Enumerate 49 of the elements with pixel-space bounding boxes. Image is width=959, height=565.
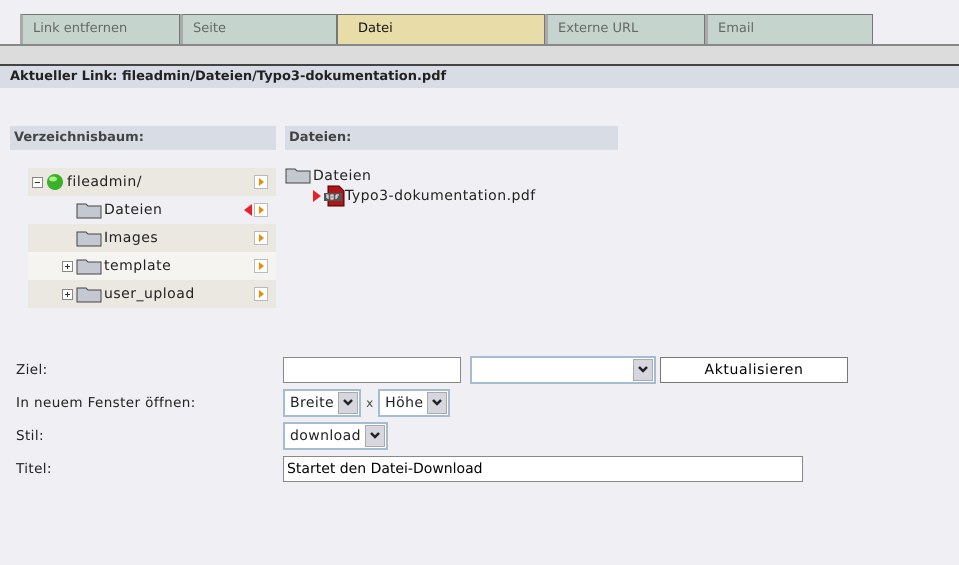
caret-icon: [342, 398, 354, 408]
tree-row[interactable]: Images: [28, 224, 276, 252]
dropdown[interactable]: Höhe: [378, 389, 450, 417]
tab[interactable]: Datei: [337, 14, 545, 44]
field-label: Stil:: [16, 428, 45, 444]
tree-row[interactable]: user_upload: [28, 280, 276, 308]
text-field[interactable]: [283, 357, 461, 383]
tree-item[interactable]: Images: [104, 230, 158, 246]
dropdown[interactable]: download: [283, 422, 388, 450]
expand-icon[interactable]: [62, 260, 73, 272]
pdf-icon: [323, 185, 345, 207]
folder-icon: [285, 166, 311, 184]
tab[interactable]: Link entfernen: [20, 14, 180, 44]
tree-heading: Verzeichnisbaum:: [10, 126, 276, 150]
play-icon[interactable]: [254, 287, 268, 301]
folder-icon: [76, 229, 102, 247]
play-icon[interactable]: [254, 259, 268, 273]
title-field[interactable]: Startet den Datei-Download: [283, 456, 803, 482]
folder-name: Dateien: [313, 168, 372, 184]
field-label: Ziel:: [16, 362, 49, 378]
play-icon[interactable]: [254, 203, 268, 217]
caret-icon: [637, 365, 649, 375]
caret-icon: [368, 431, 381, 441]
play-icon[interactable]: [254, 231, 268, 245]
times-sign: x: [366, 396, 374, 410]
tree-item[interactable]: fileadmin/: [67, 174, 142, 190]
dropdown[interactable]: [470, 356, 656, 384]
tab[interactable]: Seite: [180, 14, 337, 44]
caret-icon: [431, 398, 444, 408]
file-link[interactable]: Typo3-dokumentation.pdf: [345, 188, 536, 204]
field-label: In neuem Fenster öffnen:: [16, 395, 197, 411]
expand-icon[interactable]: [62, 288, 73, 300]
update-button[interactable]: Aktualisieren: [660, 357, 848, 383]
folder-icon: [76, 285, 102, 303]
play-icon[interactable]: [254, 175, 268, 189]
files-heading: Dateien:: [285, 126, 618, 150]
tree-row[interactable]: template: [28, 252, 276, 280]
folder-icon: [76, 257, 102, 275]
globe-icon: [46, 173, 64, 191]
tab[interactable]: Externe URL: [545, 14, 705, 44]
tree-item[interactable]: user_upload: [104, 286, 195, 302]
tree-row[interactable]: fileadmin/: [28, 168, 276, 196]
dropdown[interactable]: Breite: [283, 389, 362, 417]
tree-item[interactable]: Dateien: [104, 202, 162, 218]
collapse-icon[interactable]: [32, 176, 43, 188]
tree-item[interactable]: template: [104, 258, 172, 274]
field-label: Titel:: [16, 461, 53, 477]
tab[interactable]: Email: [705, 14, 873, 44]
folder-icon: [76, 201, 102, 219]
